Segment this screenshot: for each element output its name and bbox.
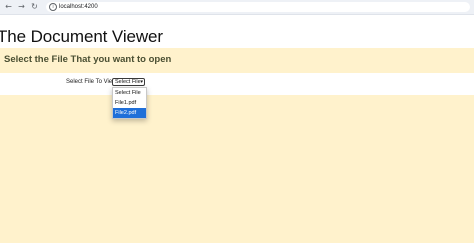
reload-icon[interactable]: ↻ [29, 1, 40, 12]
page-subtitle: Select the File That you want to open [4, 54, 172, 65]
back-arrow-icon[interactable]: ← [3, 1, 14, 12]
page-title: The Document Viewer [0, 27, 163, 46]
option-select-file[interactable]: Select File [113, 88, 146, 98]
content-area [0, 95, 474, 243]
url-text: localhost:4200 [59, 4, 98, 10]
option-file2[interactable]: File2.pdf [113, 108, 146, 118]
file-select-value: Select File [115, 79, 141, 85]
info-icon[interactable]: i [49, 3, 57, 11]
select-file-label: Select File To View [66, 79, 117, 85]
option-file1[interactable]: File1.pdf [113, 98, 146, 108]
address-bar[interactable]: i localhost:4200 [46, 2, 470, 12]
file-select[interactable]: Select File ▾ [112, 78, 145, 86]
file-select-dropdown: Select File File1.pdf File2.pdf [112, 87, 147, 119]
browser-toolbar: ← → ↻ i localhost:4200 [0, 0, 474, 15]
forward-arrow-icon[interactable]: → [16, 1, 27, 12]
chevron-down-icon: ▾ [140, 79, 143, 85]
